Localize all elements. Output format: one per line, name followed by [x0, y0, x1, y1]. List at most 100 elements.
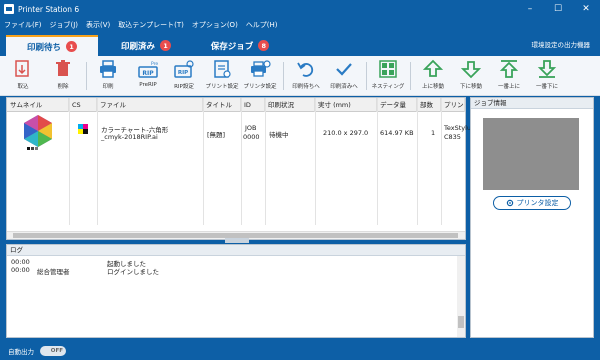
checkmark-icon — [333, 58, 355, 80]
col-size[interactable]: 実寸 (mm) — [315, 98, 377, 112]
svg-text:Pre: Pre — [151, 61, 158, 67]
col-data[interactable]: データ量 — [377, 98, 417, 112]
log-entry: 00:00 — [11, 266, 30, 274]
auto-output-toggle[interactable]: OFF — [40, 346, 66, 356]
job-preview — [483, 118, 579, 190]
scrollbar-thumb[interactable] — [458, 316, 464, 328]
minimize-button[interactable]: – — [516, 0, 544, 18]
arrow-to-bottom-icon — [536, 58, 558, 80]
print-button[interactable]: 印刷 — [89, 58, 127, 94]
gear-icon — [506, 199, 513, 207]
delete-button[interactable]: 削除 — [44, 58, 82, 94]
nesting-grid-icon — [377, 58, 399, 80]
to-done-button[interactable]: 印刷済みへ — [325, 58, 363, 94]
rip-settings-button[interactable]: RIP RIP設定 — [165, 58, 203, 94]
nesting-button[interactable]: ネスティング — [369, 58, 407, 94]
log-scrollbar[interactable] — [457, 256, 465, 337]
printer-settings-icon — [249, 58, 271, 80]
auto-output-label: 自動出力 — [8, 348, 34, 356]
app-icon — [4, 4, 14, 14]
close-button[interactable]: ✕ — [572, 0, 600, 18]
arrow-down-icon — [460, 58, 482, 80]
printer-settings-button[interactable]: プリンタ設定 — [241, 58, 279, 94]
job-id-line2: 0000 — [243, 133, 260, 141]
title-bar: Printer Station 6 – ☐ ✕ — [0, 0, 600, 18]
col-thumbnail[interactable]: サムネイル — [7, 98, 69, 112]
file-name-line2: _cmyk-2018RIP.ai — [101, 133, 158, 141]
col-copies[interactable]: 部数 — [417, 98, 441, 112]
import-icon — [12, 58, 34, 80]
nesting-label: ネスティング — [371, 84, 405, 90]
job-info-panel: ジョブ情報 プリンタ設定 — [470, 97, 594, 338]
menu-job[interactable]: ジョブ(J) — [46, 20, 83, 30]
move-top-label: 一番上に — [497, 84, 520, 90]
log-entry: 00:00 — [11, 258, 30, 266]
menu-bar: ファイル(F) ジョブ(J) 表示(V) 取込テンプレート(T) オプション(O… — [0, 18, 600, 31]
job-id-line1: JOB — [245, 124, 257, 132]
to-waiting-button[interactable]: 印刷待ちへ — [287, 58, 325, 94]
tab-saved[interactable]: 保存ジョブ 8 — [194, 35, 286, 56]
menu-help[interactable]: ヘルプ(H) — [242, 20, 282, 30]
col-cs[interactable]: CS — [69, 98, 97, 112]
rip-settings-label: RIP設定 — [174, 84, 194, 90]
menu-template[interactable]: 取込テンプレート(T) — [114, 20, 188, 30]
move-down-label: 下に移動 — [459, 84, 482, 90]
col-id[interactable]: ID — [241, 98, 265, 112]
to-done-label: 印刷済みへ — [330, 84, 358, 90]
col-file[interactable]: ファイル — [97, 98, 203, 112]
menu-file[interactable]: ファイル(F) — [0, 20, 46, 30]
prerip-button[interactable]: RIP Pre Pre RIP — [129, 58, 167, 94]
move-up-button[interactable]: 上に移動 — [414, 58, 452, 94]
print-settings-button[interactable]: プリント設定 — [203, 58, 241, 94]
toolbar-divider — [410, 62, 411, 90]
col-title[interactable]: タイトル — [203, 98, 241, 112]
toolbar-divider — [366, 62, 367, 90]
job-size: 210.0 x 297.0 — [323, 129, 369, 137]
maximize-button[interactable]: ☐ — [544, 0, 572, 18]
log-time: 00:00 — [11, 258, 30, 266]
col-printer[interactable]: プリンタ — [441, 98, 465, 112]
auto-output-state: OFF — [50, 348, 63, 354]
print-label: 印刷 — [102, 84, 114, 90]
tab-waiting[interactable]: 印刷待ち 1 — [6, 35, 98, 56]
log-header: ログ — [7, 245, 465, 256]
tab-saved-badge: 8 — [258, 40, 270, 51]
tab-printed[interactable]: 印刷済み 1 — [100, 35, 192, 56]
log-message: ログインしました — [107, 268, 159, 276]
tab-saved-label: 保存ジョブ — [210, 41, 254, 52]
move-top-button[interactable]: 一番上に — [490, 58, 528, 94]
tab-printed-badge: 1 — [160, 40, 171, 51]
toolbar-divider — [86, 62, 87, 90]
prerip-icon: RIP Pre — [137, 58, 159, 80]
to-waiting-label: 印刷待ちへ — [292, 84, 320, 90]
window-title: Printer Station 6 — [18, 4, 80, 14]
tab-waiting-badge: 1 — [66, 41, 77, 52]
print-settings-label: プリント設定 — [205, 84, 239, 90]
move-down-button[interactable]: 下に移動 — [452, 58, 490, 94]
delete-label: 削除 — [57, 84, 69, 90]
log-user: 総合管理者 — [37, 268, 70, 276]
env-output-label: 環境設定の出力機器 — [531, 41, 591, 49]
col-status[interactable]: 印刷状況 — [265, 98, 315, 112]
tab-bar: 印刷待ち 1 印刷済み 1 保存ジョブ 8 環境設定の出力機器 — [0, 31, 600, 56]
job-title: [無題] — [207, 131, 226, 139]
svg-text:RIP: RIP — [142, 70, 154, 77]
arrow-up-icon — [422, 58, 444, 80]
menu-options[interactable]: オプション(O) — [188, 20, 242, 30]
table-row[interactable]: カラーチャート-六角形 _cmyk-2018RIP.ai [無題] JOB 00… — [7, 112, 474, 152]
import-label: 取込 — [17, 84, 29, 90]
undo-arrow-icon — [295, 58, 317, 80]
log-time: 00:00 — [11, 266, 30, 274]
job-info-header: ジョブ情報 — [471, 98, 593, 109]
move-bottom-button[interactable]: 一番下に — [528, 58, 566, 94]
status-bar: 自動出力 OFF — [0, 342, 600, 360]
panel-splitter[interactable] — [225, 238, 249, 243]
printer-settings-side-button[interactable]: プリンタ設定 — [493, 196, 571, 210]
thumbnail-image — [21, 114, 55, 152]
tab-printed-label: 印刷済み — [120, 41, 155, 52]
job-copies: 1 — [431, 129, 436, 137]
import-button[interactable]: 取込 — [4, 58, 42, 94]
menu-view[interactable]: 表示(V) — [82, 20, 114, 30]
printer-settings-side-label: プリンタ設定 — [516, 199, 559, 207]
job-status: 待機中 — [269, 131, 289, 139]
